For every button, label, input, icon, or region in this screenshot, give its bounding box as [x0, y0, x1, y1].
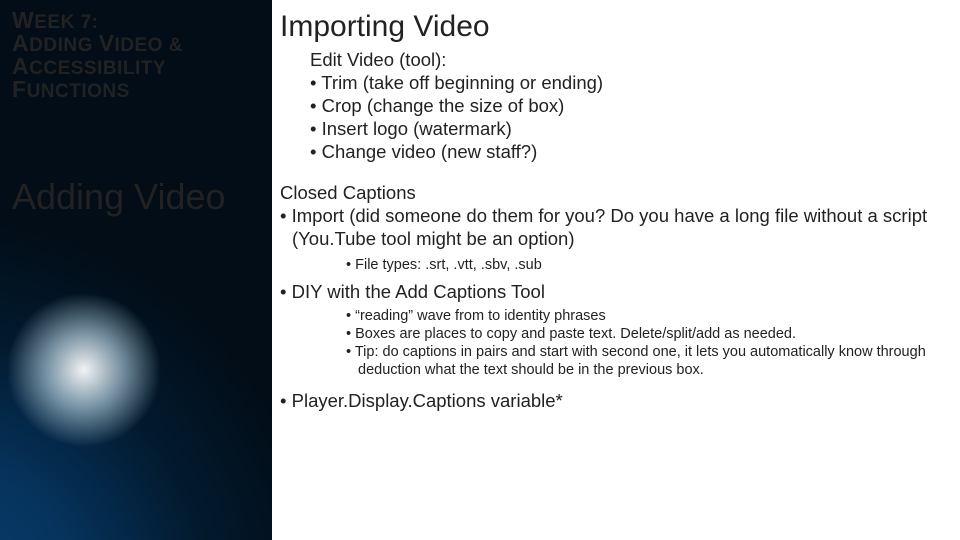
right-column: Importing Video Edit Video (tool): Trim … — [272, 0, 960, 540]
list-item: Boxes are places to copy and paste text.… — [346, 325, 942, 343]
list-item: Change video (new staff?) — [310, 140, 942, 163]
slide: WEEK 7: ADDING VIDEO & ACCESSIBILITY FUN… — [0, 0, 960, 540]
cc-block: Closed Captions Import (did someone do t… — [280, 181, 942, 412]
list-item: Insert logo (watermark) — [310, 117, 942, 140]
list-item: Tip: do captions in pairs and start with… — [346, 343, 942, 379]
cap: V — [99, 30, 115, 56]
cap: F — [12, 76, 27, 102]
cc-player: Player.Display.Captions variable* — [280, 389, 942, 412]
cc-diy-list: “reading” wave from to identity phrases … — [280, 307, 942, 379]
rest: EEK 7: — [34, 12, 98, 33]
main-title: Importing Video — [280, 10, 942, 44]
list-item: Player.Display.Captions variable* — [280, 389, 942, 412]
edit-list: Trim (take off beginning or ending) Crop… — [310, 71, 942, 163]
left-column: WEEK 7: ADDING VIDEO & ACCESSIBILITY FUN… — [0, 0, 272, 540]
rest: UNCTIONS — [27, 81, 130, 102]
rest: DDING — [29, 35, 99, 56]
list-item: Crop (change the size of box) — [310, 94, 942, 117]
list-item: “reading” wave from to identity phrases — [346, 307, 942, 325]
slide-header: WEEK 7: ADDING VIDEO & ACCESSIBILITY FUN… — [12, 10, 260, 102]
edit-video-block: Edit Video (tool): Trim (take off beginn… — [280, 48, 942, 163]
cc-filetypes: File types: .srt, .vtt, .sbv, .sub — [280, 256, 942, 274]
list-item: DIY with the Add Captions Tool — [280, 280, 942, 303]
list-item: Import (did someone do them for you? Do … — [280, 204, 942, 250]
cc-diy: DIY with the Add Captions Tool — [280, 280, 942, 303]
cc-list: Import (did someone do them for you? Do … — [280, 204, 942, 250]
side-title: Adding Video — [12, 176, 260, 218]
cc-heading: Closed Captions — [280, 181, 942, 204]
list-item: File types: .srt, .vtt, .sbv, .sub — [346, 256, 942, 274]
edit-heading: Edit Video (tool): — [310, 48, 942, 71]
rest: CCESSIBILITY — [29, 58, 166, 79]
rest: IDEO & — [114, 35, 182, 56]
list-item: Trim (take off beginning or ending) — [310, 71, 942, 94]
